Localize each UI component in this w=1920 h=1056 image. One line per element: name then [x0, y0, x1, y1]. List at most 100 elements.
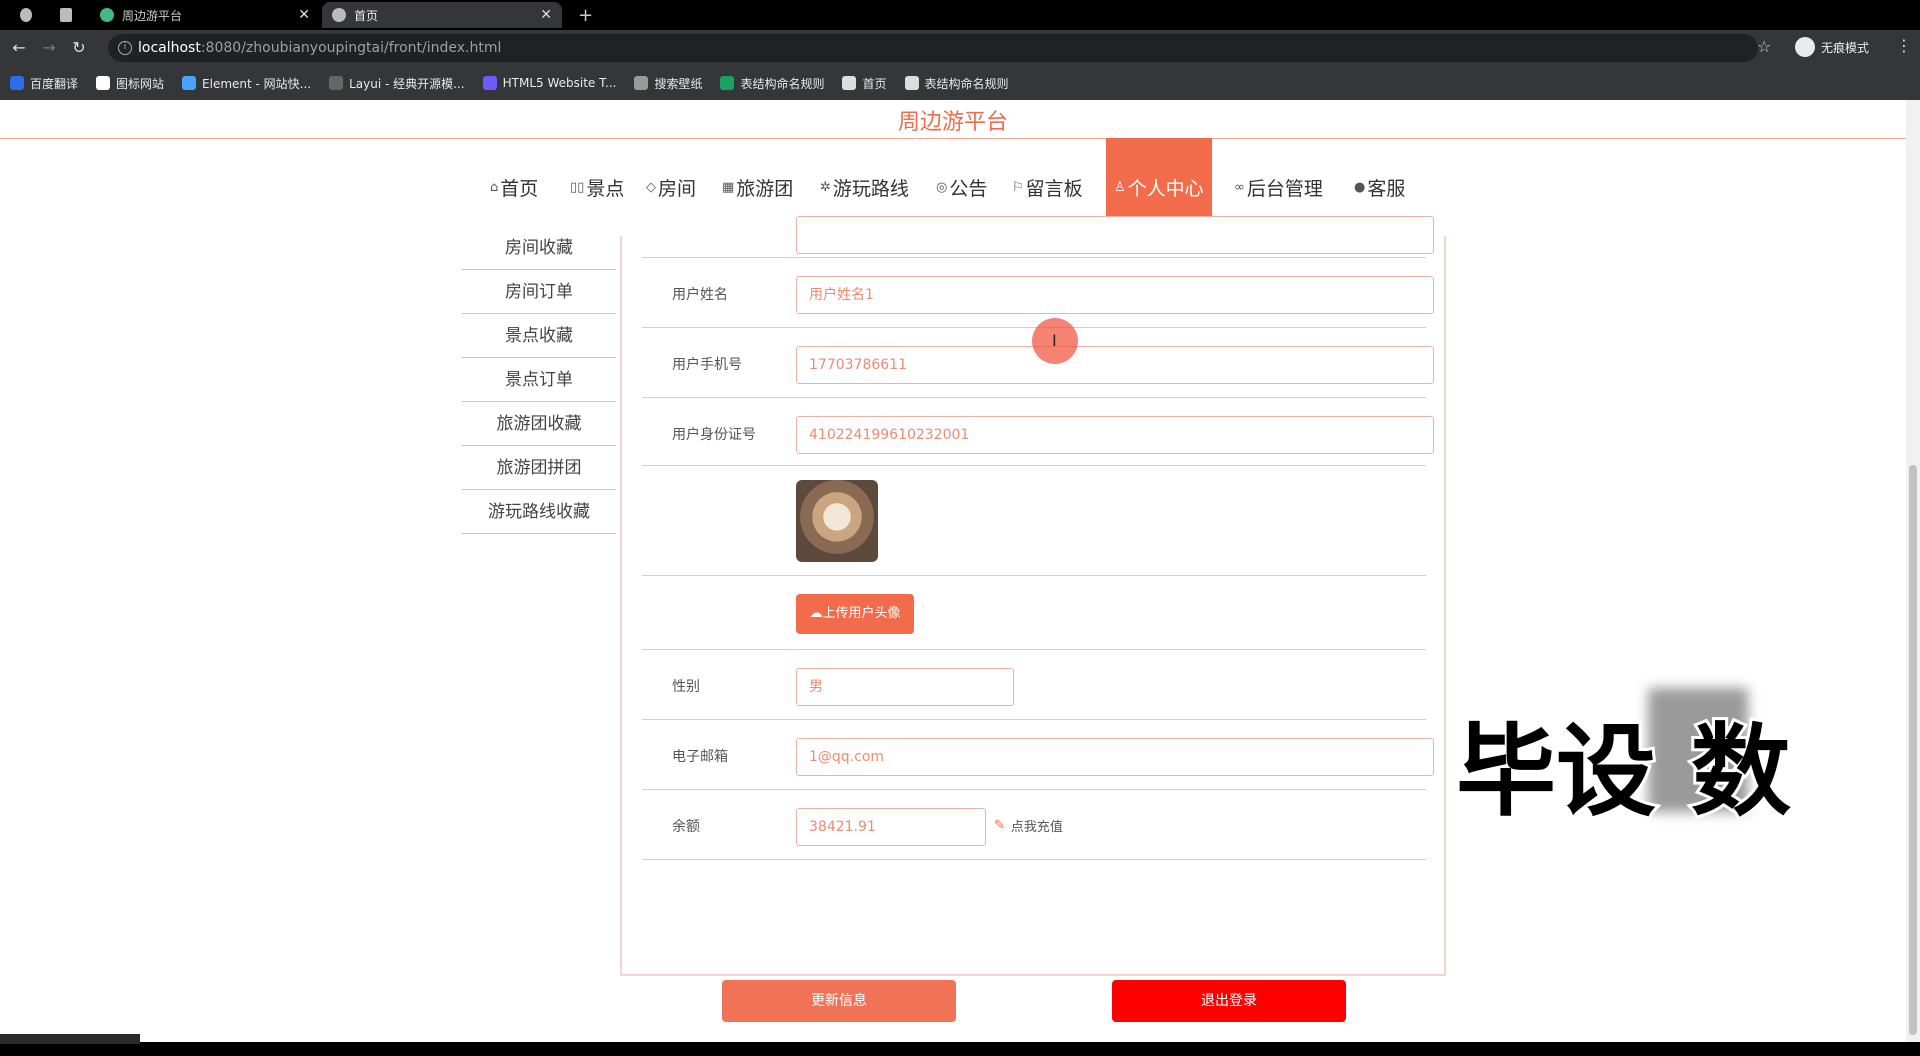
- bookmark-label: HTML5 Website T...: [502, 76, 617, 90]
- bookmark-item[interactable]: HTML5 Website T...: [482, 76, 617, 90]
- gender-label: 性别: [672, 679, 700, 695]
- upload-avatar-button[interactable]: ☁上传用户头像: [796, 594, 914, 634]
- bookmark-item[interactable]: 首页: [842, 75, 887, 92]
- bookmark-item[interactable]: 百度翻译: [10, 75, 78, 92]
- phone-label: 用户手机号: [672, 357, 742, 373]
- route-icon: ✲: [820, 179, 831, 195]
- new-tab-button[interactable]: +: [568, 2, 598, 28]
- bookmark-item[interactable]: Element - 网站快...: [182, 75, 311, 92]
- bookmark-item[interactable]: 表结构命名规则: [720, 75, 824, 92]
- service-icon: ●: [1354, 179, 1366, 195]
- status-bar: [0, 1034, 140, 1044]
- tab-title: 周边游平台: [122, 8, 183, 23]
- nav-item-5[interactable]: ◎ 公告: [936, 172, 987, 202]
- side-menu-item[interactable]: 房间订单: [462, 270, 616, 314]
- tab-home[interactable]: 首页 ✕: [322, 2, 562, 28]
- url-path: :8080/zhoubianyoupingtai/front/index.htm…: [200, 40, 502, 56]
- upload-icon: ☁: [809, 606, 823, 621]
- side-menu-item[interactable]: 游玩路线收藏: [462, 490, 616, 534]
- gender-select[interactable]: 男: [796, 668, 1014, 706]
- menu-icon[interactable]: ⋮: [1896, 36, 1912, 55]
- bookmark-label: 表结构命名规则: [924, 76, 1009, 91]
- nav-item-3[interactable]: ▦ 旅游团: [722, 172, 793, 202]
- bookmark-label: Element - 网站快...: [202, 76, 312, 91]
- nav-label: 房间: [658, 177, 697, 200]
- bookmarks-bar: 百度翻译 图标网站 Element - 网站快... Layui - 经典开源模...…: [0, 66, 1920, 100]
- scrollbar-thumb[interactable]: [1909, 465, 1917, 1035]
- watermark: 毕设 数: [1453, 710, 1794, 833]
- globe-icon: [332, 8, 346, 22]
- update-button[interactable]: 更新信息: [722, 980, 956, 1022]
- idcard-label: 用户身份证号: [672, 427, 756, 443]
- bookmark-star-icon[interactable]: ☆: [1757, 37, 1771, 56]
- tab-favicon: [60, 8, 72, 22]
- logout-button[interactable]: 退出登录: [1112, 980, 1346, 1022]
- bookmark-item[interactable]: 表结构命名规则: [904, 75, 1009, 92]
- scenic-icon: ▯▯: [570, 179, 585, 195]
- nav-label: 客服: [1367, 177, 1406, 200]
- nav-label: 景点: [586, 177, 625, 200]
- nav-item-9[interactable]: ● 客服: [1354, 172, 1405, 202]
- bookmark-item[interactable]: 搜索壁纸: [634, 75, 702, 92]
- info-icon[interactable]: i: [118, 41, 132, 55]
- hidden-field[interactable]: [796, 216, 1434, 254]
- nav-label: 公告: [949, 177, 988, 200]
- nav-item-0[interactable]: ⌂ 首页: [490, 172, 538, 202]
- recharge-label: 点我充值: [1010, 820, 1063, 835]
- forward-icon[interactable]: →: [38, 37, 60, 59]
- recharge-link[interactable]: ✎ 点我充值: [994, 816, 1063, 835]
- address-bar[interactable]: i localhost:8080/zhoubianyoupingtai/fron…: [108, 34, 1758, 62]
- pinned-tab[interactable]: [10, 2, 50, 28]
- nav-item-1[interactable]: ▯▯ 景点: [570, 172, 624, 202]
- side-menu-item[interactable]: 旅游团收藏: [462, 402, 616, 446]
- form-row-upload: ☁上传用户头像: [642, 576, 1426, 650]
- phone-input[interactable]: 17703786611: [796, 346, 1434, 384]
- nav-label: 留言板: [1025, 177, 1083, 200]
- bookmark-item[interactable]: 图标网站: [96, 75, 164, 92]
- bookmark-icon: [842, 76, 857, 90]
- home-icon: ⌂: [490, 179, 499, 195]
- bookmark-icon: [634, 76, 649, 90]
- name-input[interactable]: 用户姓名1: [796, 276, 1434, 314]
- bookmark-icon: [904, 76, 919, 90]
- nav-item-4[interactable]: ✲ 游玩路线: [820, 172, 909, 202]
- side-menu-item[interactable]: 房间收藏: [462, 226, 616, 270]
- nav-item-6[interactable]: ⚐ 留言板: [1012, 172, 1083, 202]
- back-icon[interactable]: ←: [8, 37, 30, 59]
- email-input[interactable]: 1@qq.com: [796, 738, 1434, 776]
- form-row-gender: 性别 男: [642, 650, 1426, 720]
- balance-input[interactable]: 38421.91: [796, 808, 986, 846]
- side-menu-item[interactable]: 旅游团拼团: [462, 446, 616, 490]
- pinned-tab-2[interactable]: [50, 2, 90, 28]
- incognito-indicator[interactable]: 无痕模式: [1795, 37, 1869, 57]
- balance-label: 余额: [672, 819, 700, 835]
- incognito-icon: [1795, 37, 1815, 57]
- nav-label: 个人中心: [1127, 177, 1204, 200]
- close-icon[interactable]: ✕: [298, 7, 310, 23]
- bookmark-icon: [10, 76, 24, 90]
- reload-icon[interactable]: ↻: [68, 37, 90, 59]
- tab-favicon: [20, 8, 32, 22]
- bookmark-icon: [329, 76, 344, 90]
- nav-item-2[interactable]: ◇ 房间: [646, 172, 696, 202]
- close-icon[interactable]: ✕: [540, 7, 552, 23]
- browser-toolbar: ← → ↻ i localhost:8080/zhoubianyoupingta…: [0, 30, 1920, 66]
- side-menu-item[interactable]: 景点收藏: [462, 314, 616, 358]
- group-icon: ▦: [722, 179, 735, 195]
- form-row-balance: 余额 38421.91 ✎ 点我充值: [642, 790, 1426, 860]
- side-menu: 房间收藏 房间订单 景点收藏 景点订单 旅游团收藏 旅游团拼团 游玩路线收藏: [462, 226, 616, 534]
- url-host: localhost: [138, 40, 201, 56]
- tab-title: 首页: [354, 8, 379, 23]
- nav-label: 旅游团: [736, 177, 794, 200]
- form-row-email: 电子邮箱 1@qq.com: [642, 720, 1434, 790]
- nav-item-8[interactable]: ∞ 后台管理: [1234, 172, 1323, 202]
- flag-icon: ⚐: [1012, 179, 1024, 195]
- tab-site[interactable]: 周边游平台 ✕: [90, 2, 320, 28]
- tag-icon: ◇: [646, 179, 656, 195]
- side-menu-item[interactable]: 景点订单: [462, 358, 616, 402]
- recharge-icon: ✎: [994, 818, 1005, 833]
- bookmark-item[interactable]: Layui - 经典开源模...: [329, 75, 465, 92]
- bookmark-icon: [182, 76, 197, 90]
- form-row-avatar: [642, 466, 1426, 576]
- idcard-input[interactable]: 410224199610232001: [796, 416, 1434, 454]
